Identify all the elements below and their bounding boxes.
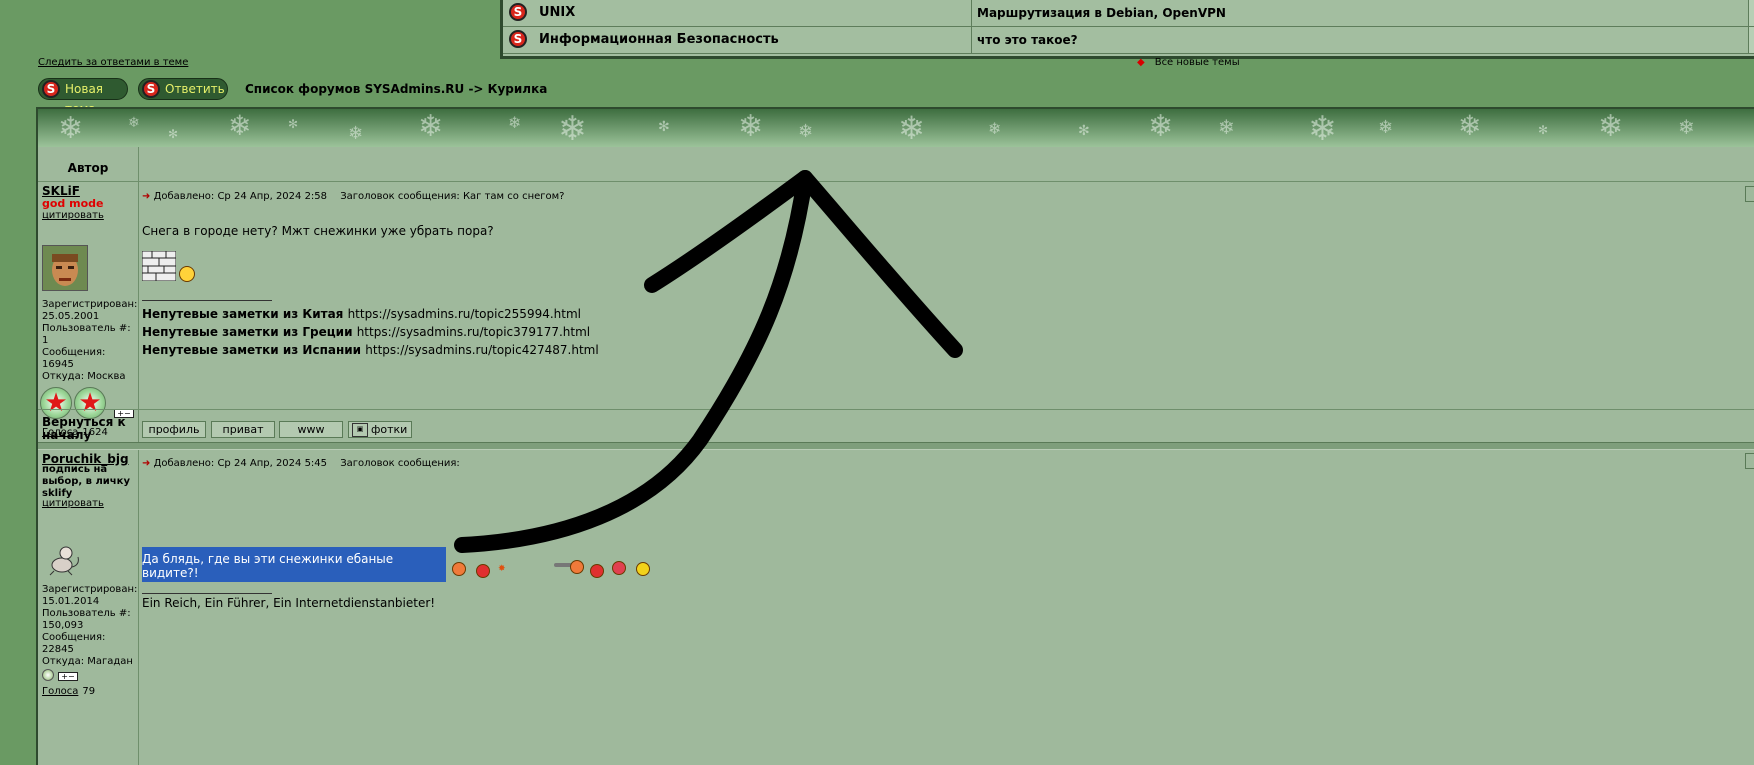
drawn-arrow-annotation <box>454 170 963 553</box>
